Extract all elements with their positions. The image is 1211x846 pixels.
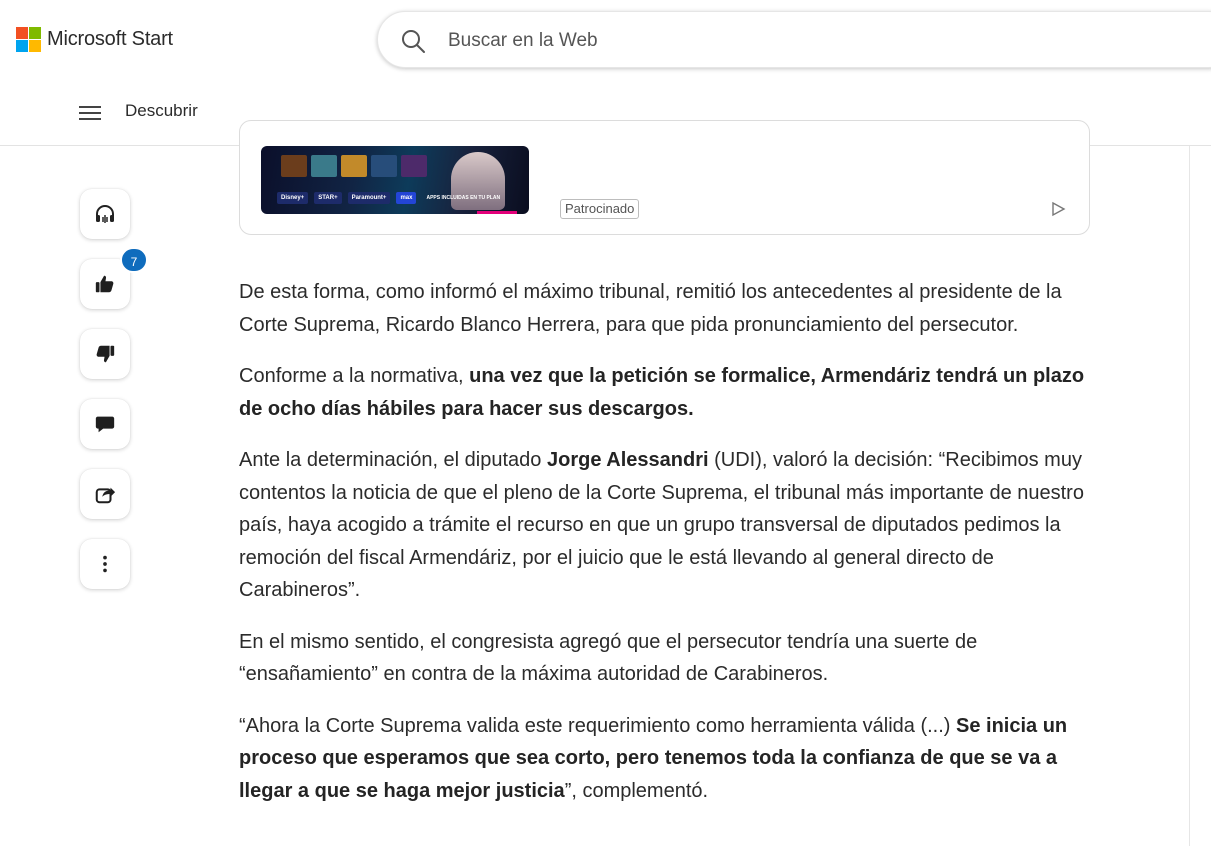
thumbs-down-icon — [96, 345, 115, 363]
brand-name: Microsoft Start — [47, 28, 173, 50]
paragraph-text: En el mismo sentido, el congresista agre… — [239, 630, 978, 686]
ad-thumbnail — [371, 155, 397, 177]
paragraph-text: De esta forma, como informó el máximo tr… — [239, 281, 1062, 336]
ad-accent-bar — [477, 211, 517, 214]
more-vertical-icon — [103, 555, 107, 573]
sponsored-ad-card[interactable]: Disney+ STAR+ Paramount+ max APPS INCLUI… — [239, 120, 1090, 235]
ad-logo: Disney+ — [277, 192, 309, 204]
article-paragraph: Conforme a la normativa, una vez que la … — [239, 360, 1099, 425]
paragraph-text: Conforme a la normativa, — [239, 365, 470, 387]
top-bar: Microsoft Start — [0, 0, 1211, 82]
sponsored-label: Patrocinado — [560, 199, 640, 219]
paragraph-text: Ante la determinación, el diputado — [239, 449, 547, 471]
paragraph-text: (UDI), valoró la decisión: “Recibimos mu… — [239, 449, 1084, 601]
dislike-button[interactable] — [80, 329, 130, 379]
article-paragraph: De esta forma, como informó el máximo tr… — [239, 276, 1099, 341]
hamburger-icon[interactable] — [79, 104, 101, 122]
ad-thumbnail — [281, 155, 307, 177]
ad-streaming-logos: Disney+ STAR+ Paramount+ max APPS INCLUI… — [277, 192, 504, 204]
search-box[interactable] — [377, 11, 1211, 68]
comment-icon — [95, 416, 115, 433]
ad-logo: STAR+ — [314, 192, 342, 204]
comment-button[interactable] — [80, 399, 130, 449]
article-body: De esta forma, como informó el máximo tr… — [239, 276, 1099, 826]
thumbs-up-icon — [95, 275, 114, 293]
share-icon — [95, 487, 116, 504]
ad-image[interactable]: Disney+ STAR+ Paramount+ max APPS INCLUI… — [261, 146, 529, 214]
ad-choices-icon[interactable] — [1050, 201, 1066, 217]
microsoft-logo-icon — [16, 27, 41, 52]
ad-thumbnail — [311, 155, 337, 177]
article-paragraph: En el mismo sentido, el congresista agre… — [239, 626, 1099, 691]
right-rail-divider — [1189, 146, 1190, 846]
search-input[interactable] — [446, 22, 1150, 60]
article-paragraph: Ante la determinación, el diputado Jorge… — [239, 444, 1099, 607]
paragraph-bold-text: Jorge Alessandri — [546, 449, 709, 471]
nav-discover[interactable]: Descubrir — [125, 101, 198, 121]
ad-thumbnail — [341, 155, 367, 177]
paragraph-text: ”, complementó. — [564, 779, 709, 802]
article-paragraph: “Ahora la Corte Suprema valida este requ… — [239, 710, 1099, 808]
headphones-icon — [96, 205, 114, 223]
ad-thumbnail — [401, 155, 427, 177]
like-count-badge: 7 — [120, 247, 148, 273]
brand-logo[interactable]: Microsoft Start — [16, 27, 173, 52]
search-icon[interactable] — [400, 28, 426, 54]
ad-logo: APPS INCLUIDAS EN TU PLAN — [426, 195, 501, 201]
share-button[interactable] — [80, 469, 130, 519]
more-options-button[interactable] — [80, 539, 130, 589]
ad-logo: max — [396, 192, 417, 204]
paragraph-text: “Ahora la Corte Suprema valida este requ… — [239, 714, 956, 737]
listen-button[interactable] — [80, 189, 130, 239]
ad-logo: Paramount+ — [347, 192, 391, 204]
